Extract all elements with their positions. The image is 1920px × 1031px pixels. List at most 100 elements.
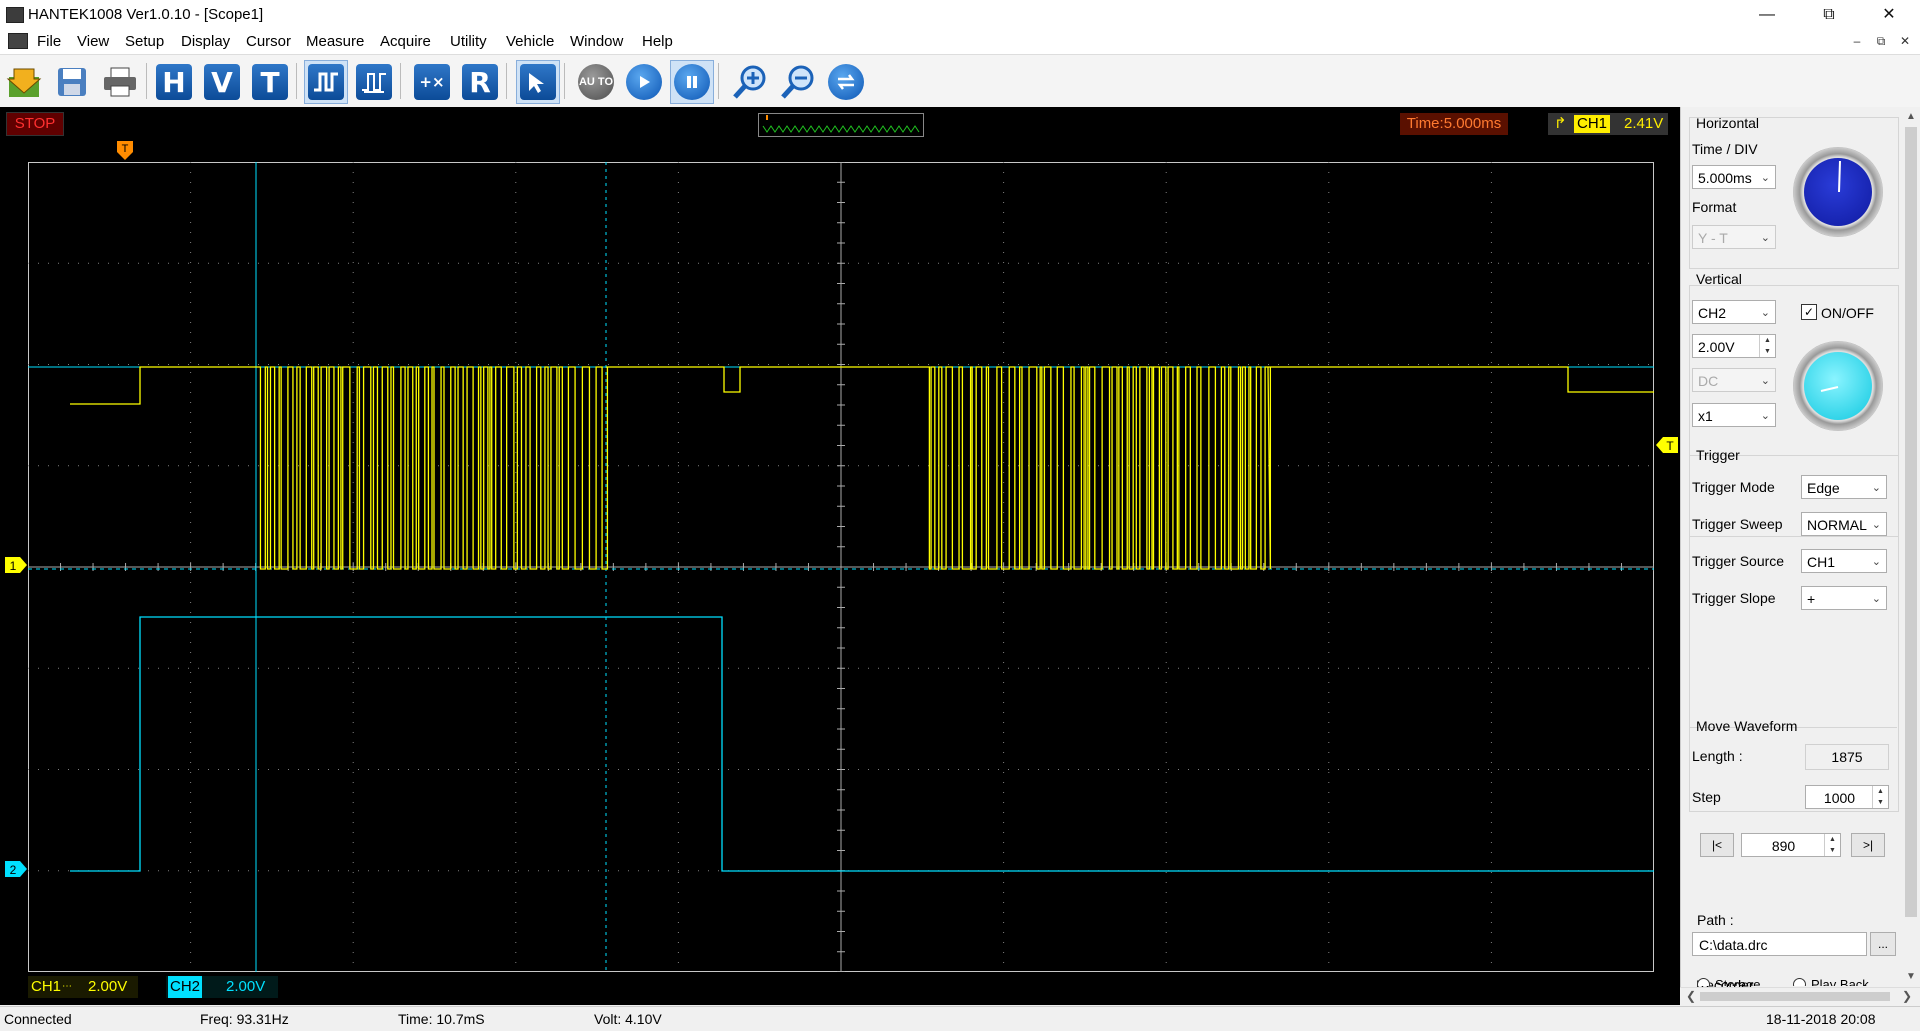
zoom-out-button[interactable] <box>776 60 820 104</box>
reference-button[interactable]: R <box>458 60 502 104</box>
panel-horizontal-scrollbar[interactable]: ❮ ❯ <box>1680 987 1920 1006</box>
time-readout: Time:5.000ms <box>1400 113 1508 135</box>
trigger-source-value: CH1 <box>1807 554 1836 570</box>
waveform-button[interactable] <box>304 60 348 104</box>
playback-radio[interactable] <box>1793 978 1806 986</box>
chevron-down-icon: ⌄ <box>1760 172 1770 184</box>
menu-cursor[interactable]: Cursor <box>246 33 291 50</box>
square-wave-icon <box>308 64 344 100</box>
zoom-in-button[interactable] <box>728 60 772 104</box>
refresh-button[interactable] <box>824 60 868 104</box>
step-spinner[interactable]: 1000 ▲ ▼ <box>1805 785 1889 809</box>
ch1-scale: 2.00V <box>88 978 128 995</box>
math-icon: +× <box>414 64 450 100</box>
scroll-thumb[interactable] <box>1905 127 1917 917</box>
chevron-down-icon: ⌄ <box>1871 482 1881 494</box>
length-label: Length : <box>1692 748 1743 764</box>
r-icon: R <box>462 64 498 100</box>
save-button[interactable] <box>50 60 94 104</box>
mdi-restore-button[interactable]: ⧉ <box>1870 32 1892 50</box>
menu-window[interactable]: Window <box>570 33 623 50</box>
open-button[interactable] <box>2 60 46 104</box>
trigger-mode-select[interactable]: Edge ⌄ <box>1801 475 1887 499</box>
scroll-down-icon[interactable]: ▼ <box>1906 971 1916 982</box>
position-spinner[interactable]: 890 ▲ ▼ <box>1741 833 1841 857</box>
menu-display[interactable]: Display <box>181 33 230 50</box>
play-icon <box>626 64 662 100</box>
window-title: HANTEK1008 Ver1.0.10 - [Scope1] <box>28 6 264 23</box>
time-measure-readout: Time: 10.7mS <box>398 1011 485 1027</box>
spin-arrows-icon[interactable]: ▲ ▼ <box>1824 834 1840 856</box>
select-button[interactable] <box>516 60 560 104</box>
menu-vehicle[interactable]: Vehicle <box>506 33 554 50</box>
close-button[interactable]: ✕ <box>1866 0 1912 30</box>
onoff-checkbox[interactable]: ✓ <box>1801 304 1817 320</box>
panel-vertical-scrollbar[interactable]: ▲ ▼ <box>1902 107 1920 987</box>
measure-wave-button[interactable] <box>352 60 396 104</box>
browse-button[interactable]: ... <box>1870 932 1896 956</box>
menu-file[interactable]: File <box>37 33 61 50</box>
trigger-source-label: Trigger Source <box>1692 553 1785 569</box>
time-div-knob[interactable] <box>1793 147 1883 237</box>
auto-icon: AU TO <box>578 64 614 100</box>
restore-button[interactable]: ⧉ <box>1806 0 1852 30</box>
trigger-position-marker[interactable]: T <box>116 140 134 162</box>
move-first-button[interactable]: |< <box>1700 833 1734 857</box>
menu-utility[interactable]: Utility <box>450 33 487 50</box>
vertical-channel-select[interactable]: CH2 ⌄ <box>1692 300 1776 324</box>
waveform-grid[interactable] <box>28 162 1654 972</box>
path-input[interactable]: C:\data.drc <box>1692 932 1867 956</box>
trigger-button[interactable]: T <box>248 60 292 104</box>
horizontal-button[interactable]: H <box>152 60 196 104</box>
mdi-minimize-button[interactable]: – <box>1846 32 1868 50</box>
trigger-readout: ↱ CH1 2.41V <box>1548 113 1668 135</box>
trigger-source-select[interactable]: CH1 ⌄ <box>1801 549 1887 573</box>
pause-button[interactable] <box>670 60 714 104</box>
math-button[interactable]: +× <box>410 60 454 104</box>
minimize-button[interactable]: — <box>1744 0 1790 30</box>
trigger-level-marker[interactable]: T <box>1655 436 1679 454</box>
spin-arrows-icon[interactable]: ▲ ▼ <box>1872 786 1888 808</box>
menu-acquire[interactable]: Acquire <box>380 33 431 50</box>
zoom-in-icon <box>733 65 766 99</box>
frequency-readout: Freq: 93.31Hz <box>200 1011 289 1027</box>
auto-button[interactable]: AU TO <box>574 60 618 104</box>
chevron-down-icon: ⌄ <box>1871 593 1881 605</box>
menu-help[interactable]: Help <box>642 33 673 50</box>
volts-div-spinner[interactable]: 2.00V ▲ ▼ <box>1692 334 1776 358</box>
scroll-left-icon[interactable]: ❮ <box>1686 989 1696 1003</box>
run-button[interactable] <box>622 60 666 104</box>
app-icon <box>6 7 24 23</box>
ch1-level-marker[interactable]: 1 <box>4 556 28 574</box>
ch2-level-marker[interactable]: 2 <box>4 860 28 878</box>
time-div-select[interactable]: 5.000ms ⌄ <box>1692 165 1776 189</box>
menu-measure[interactable]: Measure <box>306 33 364 50</box>
dc-coupling-icon: ⋯ <box>62 981 72 992</box>
vertical-button[interactable]: V <box>200 60 244 104</box>
coupling-select[interactable]: DC ⌄ <box>1692 368 1776 392</box>
mdi-close-button[interactable]: ✕ <box>1894 32 1916 50</box>
control-panel: Horizontal Time / DIV 5.000ms ⌄ Format Y … <box>1680 107 1920 1005</box>
probe-select[interactable]: x1 ⌄ <box>1692 403 1776 427</box>
format-select[interactable]: Y - T ⌄ <box>1692 225 1776 249</box>
print-button[interactable] <box>98 60 142 104</box>
scroll-up-icon[interactable]: ▲ <box>1906 111 1916 122</box>
volts-div-knob[interactable] <box>1793 341 1883 431</box>
time-div-label: Time / DIV <box>1692 141 1758 157</box>
pause-icon <box>674 64 710 100</box>
scroll-right-icon[interactable]: ❯ <box>1902 989 1912 1003</box>
storage-radio[interactable] <box>1697 978 1710 986</box>
menu-view[interactable]: View <box>77 33 109 50</box>
hscroll-thumb[interactable] <box>1700 992 1890 1001</box>
move-last-button[interactable]: >| <box>1851 833 1885 857</box>
t-icon: T <box>252 64 288 100</box>
volt-readout: Volt: 4.10V <box>594 1011 662 1027</box>
trigger-sweep-select[interactable]: NORMAL ⌄ <box>1801 512 1887 536</box>
rising-edge-icon: ↱ <box>1554 115 1567 132</box>
run-state-indicator: STOP <box>6 112 64 136</box>
trigger-slope-select[interactable]: + ⌄ <box>1801 586 1887 610</box>
trigger-level-label: T <box>1666 439 1674 453</box>
spin-arrows-icon[interactable]: ▲ ▼ <box>1759 335 1775 357</box>
playback-label: Play Back <box>1811 977 1869 986</box>
menu-setup[interactable]: Setup <box>125 33 164 50</box>
